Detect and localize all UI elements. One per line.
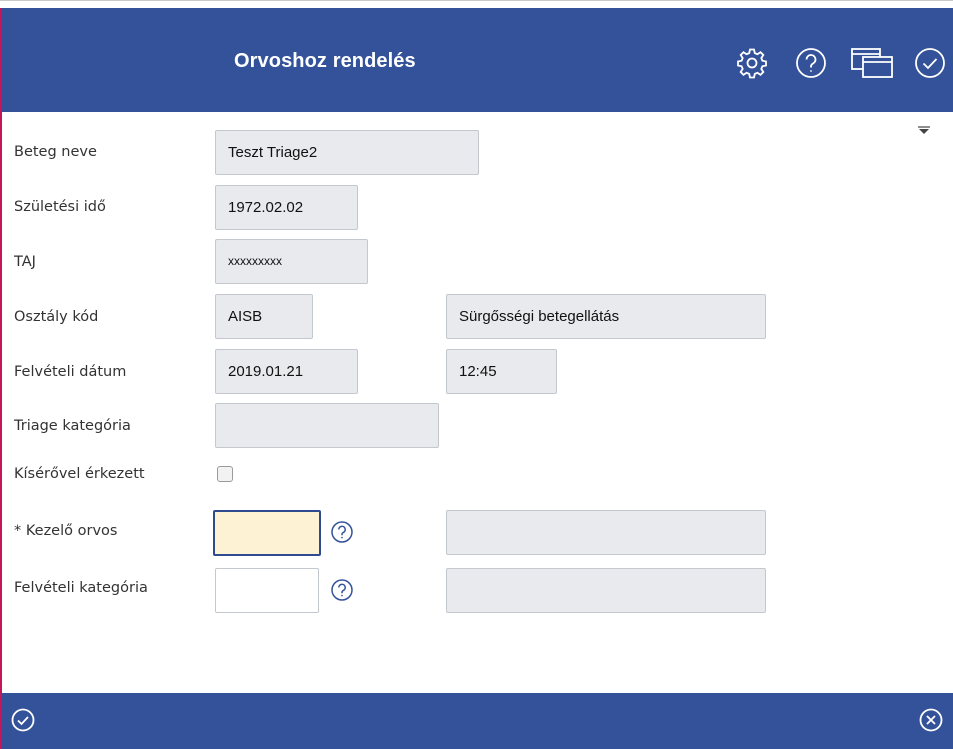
help-icon[interactable] [794,46,828,80]
escorted-checkbox[interactable] [217,466,233,482]
page-title: Orvoshoz rendelés [234,50,416,72]
header-bar: Orvoshoz rendelés [2,8,953,112]
taj-field[interactable]: xxxxxxxxx [215,239,368,284]
check-circle-icon[interactable] [913,46,947,80]
collapse-arrow-icon[interactable] [918,123,930,134]
triage-category-field[interactable] [215,403,439,448]
admission-date-label: Felvételi dátum [14,364,127,380]
admission-time-field[interactable]: 12:45 [446,349,557,394]
attending-doctor-description-field[interactable] [446,510,766,555]
window-top-strip [0,0,953,8]
department-code-label: Osztály kód [14,309,99,325]
department-name-field[interactable]: Sürgősségi betegellátás [446,294,766,339]
admission-category-help-icon[interactable] [330,578,354,602]
admission-category-description-field[interactable] [446,568,766,613]
admission-category-input[interactable] [215,568,319,613]
department-code-field[interactable]: AISB [215,294,313,339]
escorted-label: Kísérővel érkezett [14,466,145,482]
patient-name-label: Beteg neve [14,144,97,160]
admission-category-label: Felvételi kategória [14,580,148,596]
footer-bar [2,693,953,749]
windows-icon[interactable] [850,46,894,80]
birth-date-label: Születési idő [14,199,106,215]
taj-label: TAJ [14,254,36,270]
triage-category-label: Triage kategória [14,418,131,434]
left-accent-border [0,8,2,749]
attending-doctor-help-icon[interactable] [330,520,354,544]
gear-icon[interactable] [735,46,769,80]
admission-date-field[interactable]: 2019.01.21 [215,349,358,394]
close-circle-icon[interactable] [918,707,944,733]
attending-doctor-label: * Kezelő orvos [14,523,118,539]
birth-date-field[interactable]: 1972.02.02 [215,185,358,230]
attending-doctor-input[interactable] [213,510,321,556]
confirm-check-icon[interactable] [10,707,36,733]
patient-name-field[interactable]: Teszt Triage2 [215,130,479,175]
